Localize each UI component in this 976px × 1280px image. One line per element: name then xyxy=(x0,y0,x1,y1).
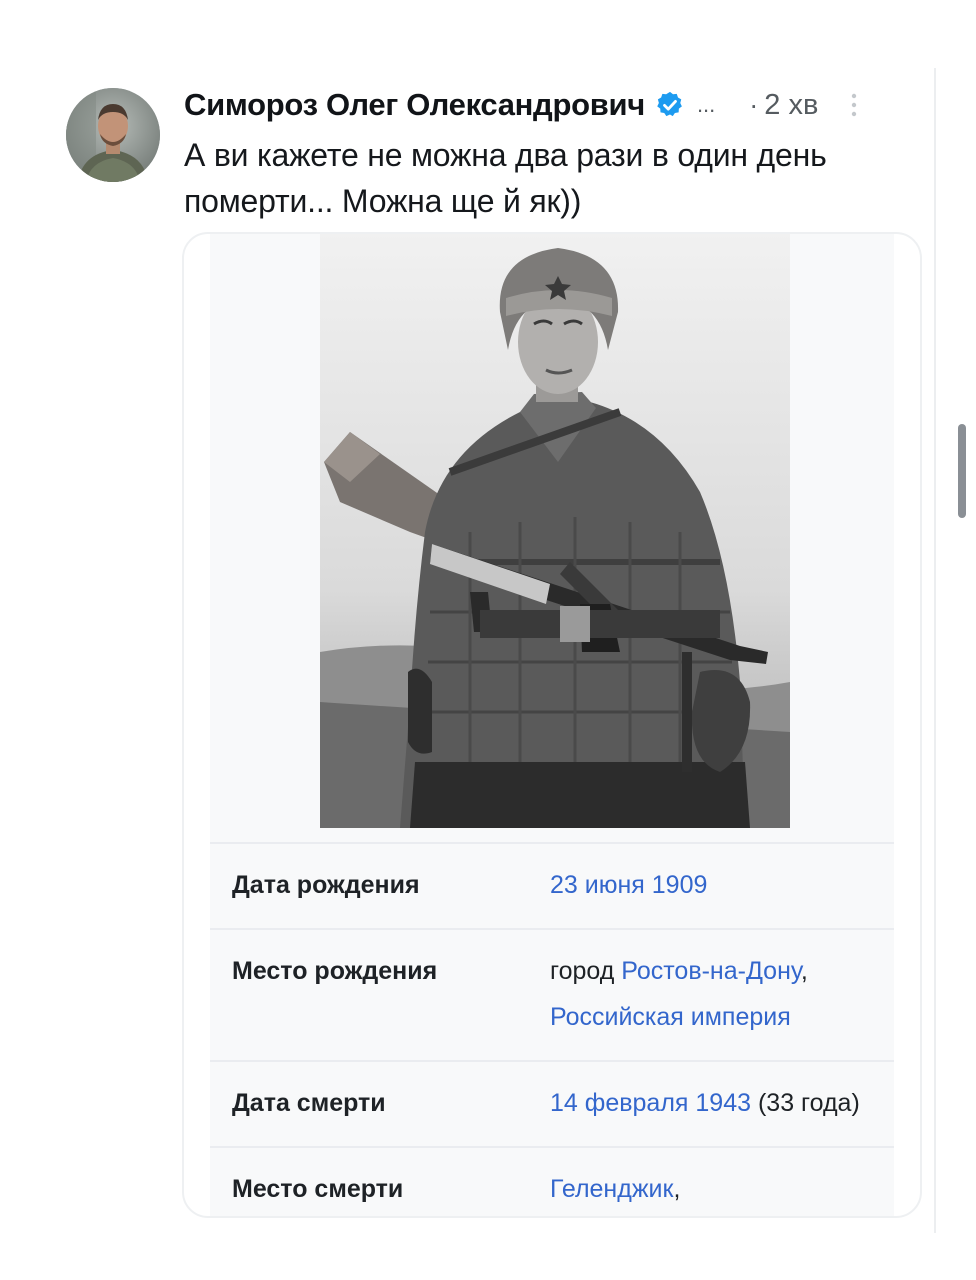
verified-badge-icon xyxy=(655,90,685,120)
author-avatar[interactable] xyxy=(66,88,160,182)
infobox-row-birth-place: Место рождения город Ростов-на-Дону, Росс… xyxy=(210,928,894,1060)
name-truncation: ... xyxy=(696,92,716,117)
more-vertical-icon[interactable] xyxy=(848,90,860,120)
infobox-row-death-date: Дата смерти 14 февраля 1943 (33 года) xyxy=(210,1060,894,1146)
age-at-death: (33 года) xyxy=(751,1089,860,1117)
infobox-value: 23 июня 1909 xyxy=(550,862,880,908)
infobox-value: 14 февраля 1943 (33 года) xyxy=(550,1080,880,1126)
death-place-link[interactable]: Геленджик xyxy=(550,1175,673,1203)
infobox-value: город Ростов-на-Дону, Российская империя xyxy=(550,948,880,1040)
avatar-image xyxy=(66,88,160,182)
time-separator: · xyxy=(749,89,759,120)
post-timestamp[interactable]: 2 хв xyxy=(764,89,818,122)
infobox-label: Место рождения xyxy=(232,957,438,985)
birth-country-link[interactable]: Российская империя xyxy=(550,1003,791,1031)
infobox-row-death-place: Место смерти Геленджик, xyxy=(210,1146,894,1216)
post-header: Симороз Олег Олександрович ... · 2 хв xyxy=(184,80,924,130)
post-screen: Симороз Олег Олександрович ... · 2 хв А … xyxy=(0,0,976,1280)
birth-place-prefix: город xyxy=(550,957,622,985)
birth-city-link[interactable]: Ростов-на-Дону xyxy=(621,957,801,985)
infobox-label: Место смерти xyxy=(232,1175,404,1203)
scrollbar-thumb[interactable] xyxy=(958,424,966,518)
post-text-line: А ви кажете не можна два рази в один ден… xyxy=(184,137,827,173)
post-text: А ви кажете не можна два рази в один ден… xyxy=(184,132,904,224)
infobox-label: Дата рождения xyxy=(232,871,420,899)
infobox-table: Дата рождения 23 июня 1909 Место рождени… xyxy=(210,842,894,1216)
infobox-row-birth-date: Дата рождения 23 июня 1909 xyxy=(210,842,894,928)
timeline-divider xyxy=(934,68,936,1233)
infobox-label: Дата смерти xyxy=(232,1089,386,1117)
soldier-photo xyxy=(320,234,790,828)
value-separator: , xyxy=(800,957,808,985)
wiki-infobox: Дата рождения 23 июня 1909 Место рождени… xyxy=(210,234,894,1216)
post-text-line: померти... Можна ще й як)) xyxy=(184,183,582,219)
infobox-value: Геленджик, xyxy=(550,1166,880,1212)
author-name[interactable]: Симороз Олег Олександрович xyxy=(184,87,645,123)
death-date-link[interactable]: 14 февраля 1943 xyxy=(550,1089,751,1117)
attached-image-card[interactable]: Дата рождения 23 июня 1909 Место рождени… xyxy=(182,232,922,1218)
birth-date-link[interactable]: 23 июня 1909 xyxy=(550,871,707,899)
value-separator: , xyxy=(673,1175,681,1203)
